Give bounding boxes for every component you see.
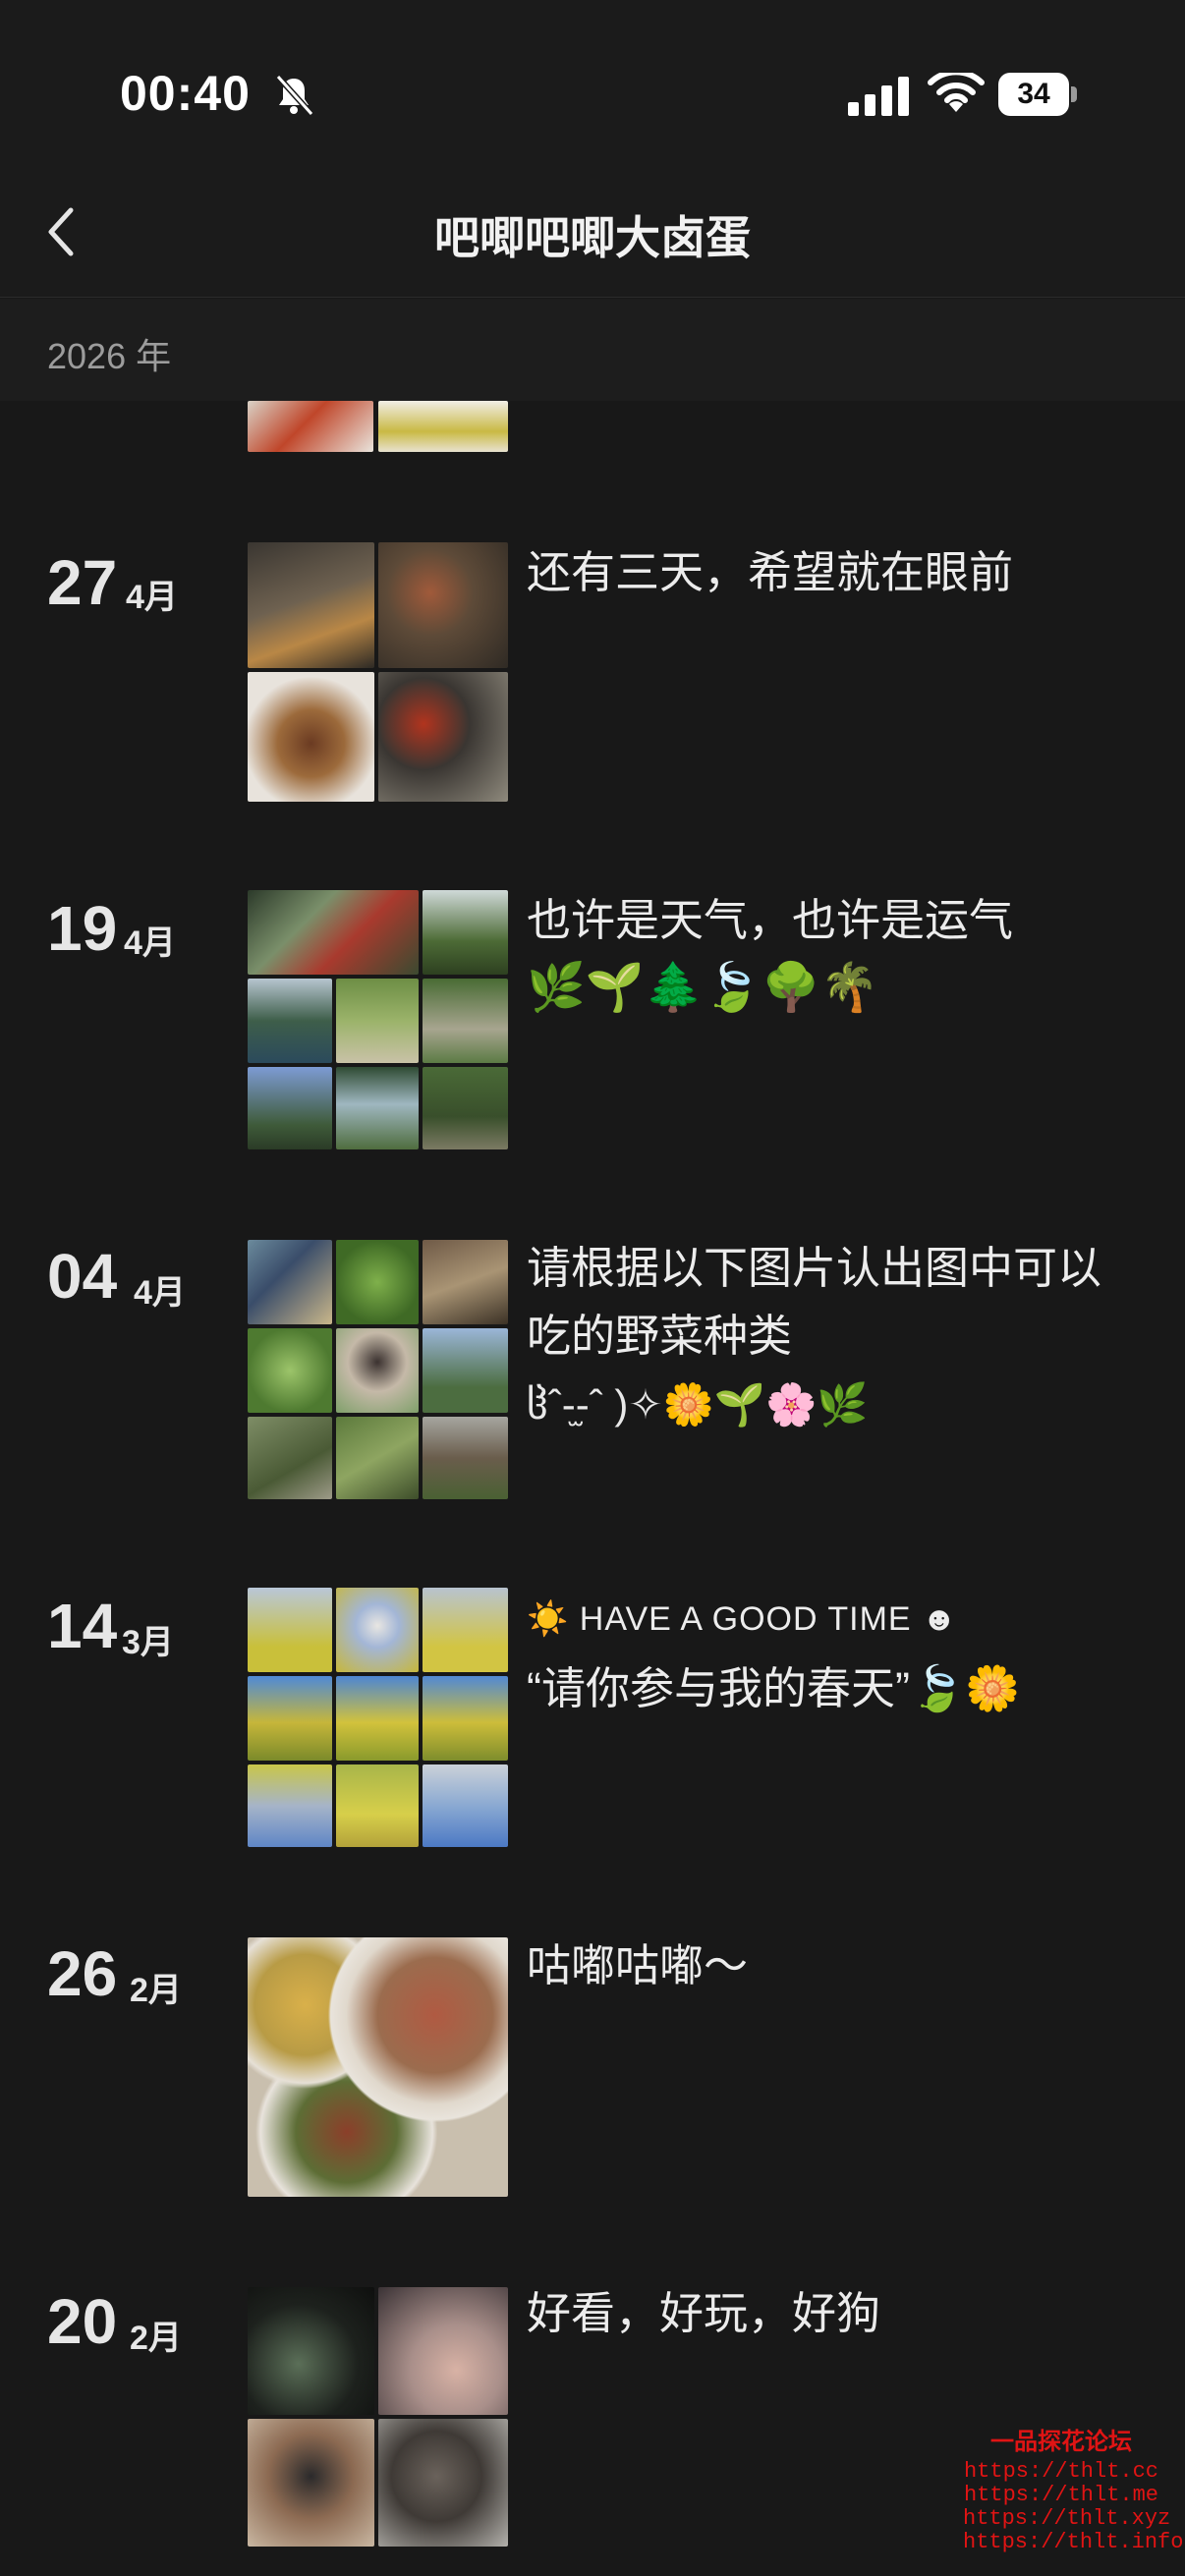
post-emoji: ჱ̒ˆ-̫-ˆ )✧🌼🌱🌸🌿 (527, 1381, 869, 1428)
photo-thumbnail[interactable] (423, 1328, 508, 1413)
photo-thumbnail[interactable] (248, 979, 332, 1063)
page-title: 吧唧吧唧大卤蛋 (434, 212, 751, 263)
post-month: 2月 (130, 1972, 182, 2009)
photo-thumbnail[interactable] (248, 1067, 332, 1149)
watermark-title: 一品探花论坛 (990, 2431, 1132, 2457)
post-day: 20 (47, 2286, 118, 2357)
photo-thumbnail[interactable] (248, 1328, 332, 1413)
watermark-link: https://thlt.info (963, 2530, 1184, 2554)
photo-thumbnail[interactable] (336, 1764, 419, 1847)
photo-thumbnail[interactable] (248, 2419, 374, 2547)
photo-thumbnail[interactable] (248, 1240, 332, 1324)
post-caption: 还有三天，希望就在眼前 (527, 547, 1014, 597)
watermark: 一品探花论坛 https://thlt.cc https://thlt.me h… (963, 2431, 1184, 2554)
photo-thumbnail[interactable] (378, 542, 508, 668)
post-month: 3月 (122, 1624, 174, 1661)
post-emoji: 🌿🌱🌲🍃🌳🌴 (527, 962, 879, 1014)
silent-bell-icon (275, 74, 314, 117)
watermark-link: https://thlt.xyz (963, 2506, 1171, 2531)
post-month: 4月 (126, 579, 178, 616)
cellular-signal-icon (848, 77, 909, 116)
post-month: 4月 (124, 924, 176, 962)
photo-thumbnail[interactable] (248, 1588, 332, 1672)
year-label: 2026 年 (47, 336, 172, 376)
photo-thumbnail[interactable] (423, 890, 508, 975)
photo-thumbnail[interactable] (336, 1240, 419, 1324)
wifi-icon (928, 73, 985, 112)
photo-thumbnail[interactable] (248, 542, 374, 668)
photo-thumbnail[interactable] (336, 1676, 419, 1761)
post-caption-top: ☀️ HAVE A GOOD TIME ☻ (527, 1600, 958, 1638)
watermark-link: https://thlt.cc (963, 2459, 1159, 2484)
photo-thumbnail[interactable] (423, 1588, 508, 1672)
photo-thumbnail[interactable] (423, 1240, 508, 1324)
photo-thumbnail[interactable] (378, 672, 508, 802)
photo-thumbnail[interactable] (248, 672, 374, 802)
photo-thumbnail[interactable] (423, 1764, 508, 1847)
post-caption: 请根据以下图片认出图中可以吃的野菜种类 (527, 1243, 1102, 1361)
battery-level: 34 (998, 73, 1069, 116)
photo-thumbnail[interactable] (423, 1417, 508, 1499)
photo-thumbnail[interactable] (248, 401, 373, 452)
photo-thumbnail[interactable] (378, 401, 508, 452)
post-day: 14 (47, 1591, 118, 1661)
photo-thumbnail[interactable] (336, 1067, 419, 1149)
photo-thumbnail[interactable] (336, 1588, 419, 1672)
post-day: 04 (47, 1241, 118, 1312)
watermark-link: https://thlt.me (963, 2483, 1159, 2507)
photo-thumbnail[interactable] (336, 1417, 419, 1499)
photo-thumbnail[interactable] (248, 1417, 332, 1499)
photo-thumbnail[interactable] (248, 890, 419, 975)
photo-thumbnail[interactable] (248, 1937, 508, 2197)
photo-thumbnail[interactable] (423, 1067, 508, 1149)
post-caption: 好看，好玩，好狗 (527, 2288, 881, 2338)
post-month: 2月 (130, 2320, 182, 2357)
status-time: 00:40 (120, 66, 251, 121)
post-caption: 咕嘟咕嘟～ (527, 1940, 749, 1990)
photo-thumbnail[interactable] (336, 979, 419, 1063)
photo-thumbnail[interactable] (248, 2287, 374, 2415)
post-day: 19 (47, 893, 118, 964)
post-day: 27 (47, 547, 118, 618)
post-caption: 也许是天气，也许是运气 (527, 895, 1014, 945)
post-day: 26 (47, 1938, 118, 2009)
photo-thumbnail[interactable] (248, 1764, 332, 1847)
post-month: 4月 (134, 1274, 186, 1312)
photo-thumbnail[interactable] (378, 2287, 508, 2415)
year-header (0, 299, 1185, 401)
photo-thumbnail[interactable] (378, 2419, 508, 2547)
photo-thumbnail[interactable] (248, 1676, 332, 1761)
photo-thumbnail[interactable] (336, 1328, 419, 1413)
photo-thumbnail[interactable] (423, 1676, 508, 1761)
battery-icon: 34 (998, 73, 1079, 116)
photo-thumbnail[interactable] (423, 979, 508, 1063)
post-caption: “请你参与我的春天”🍃🌼 (527, 1663, 1021, 1713)
